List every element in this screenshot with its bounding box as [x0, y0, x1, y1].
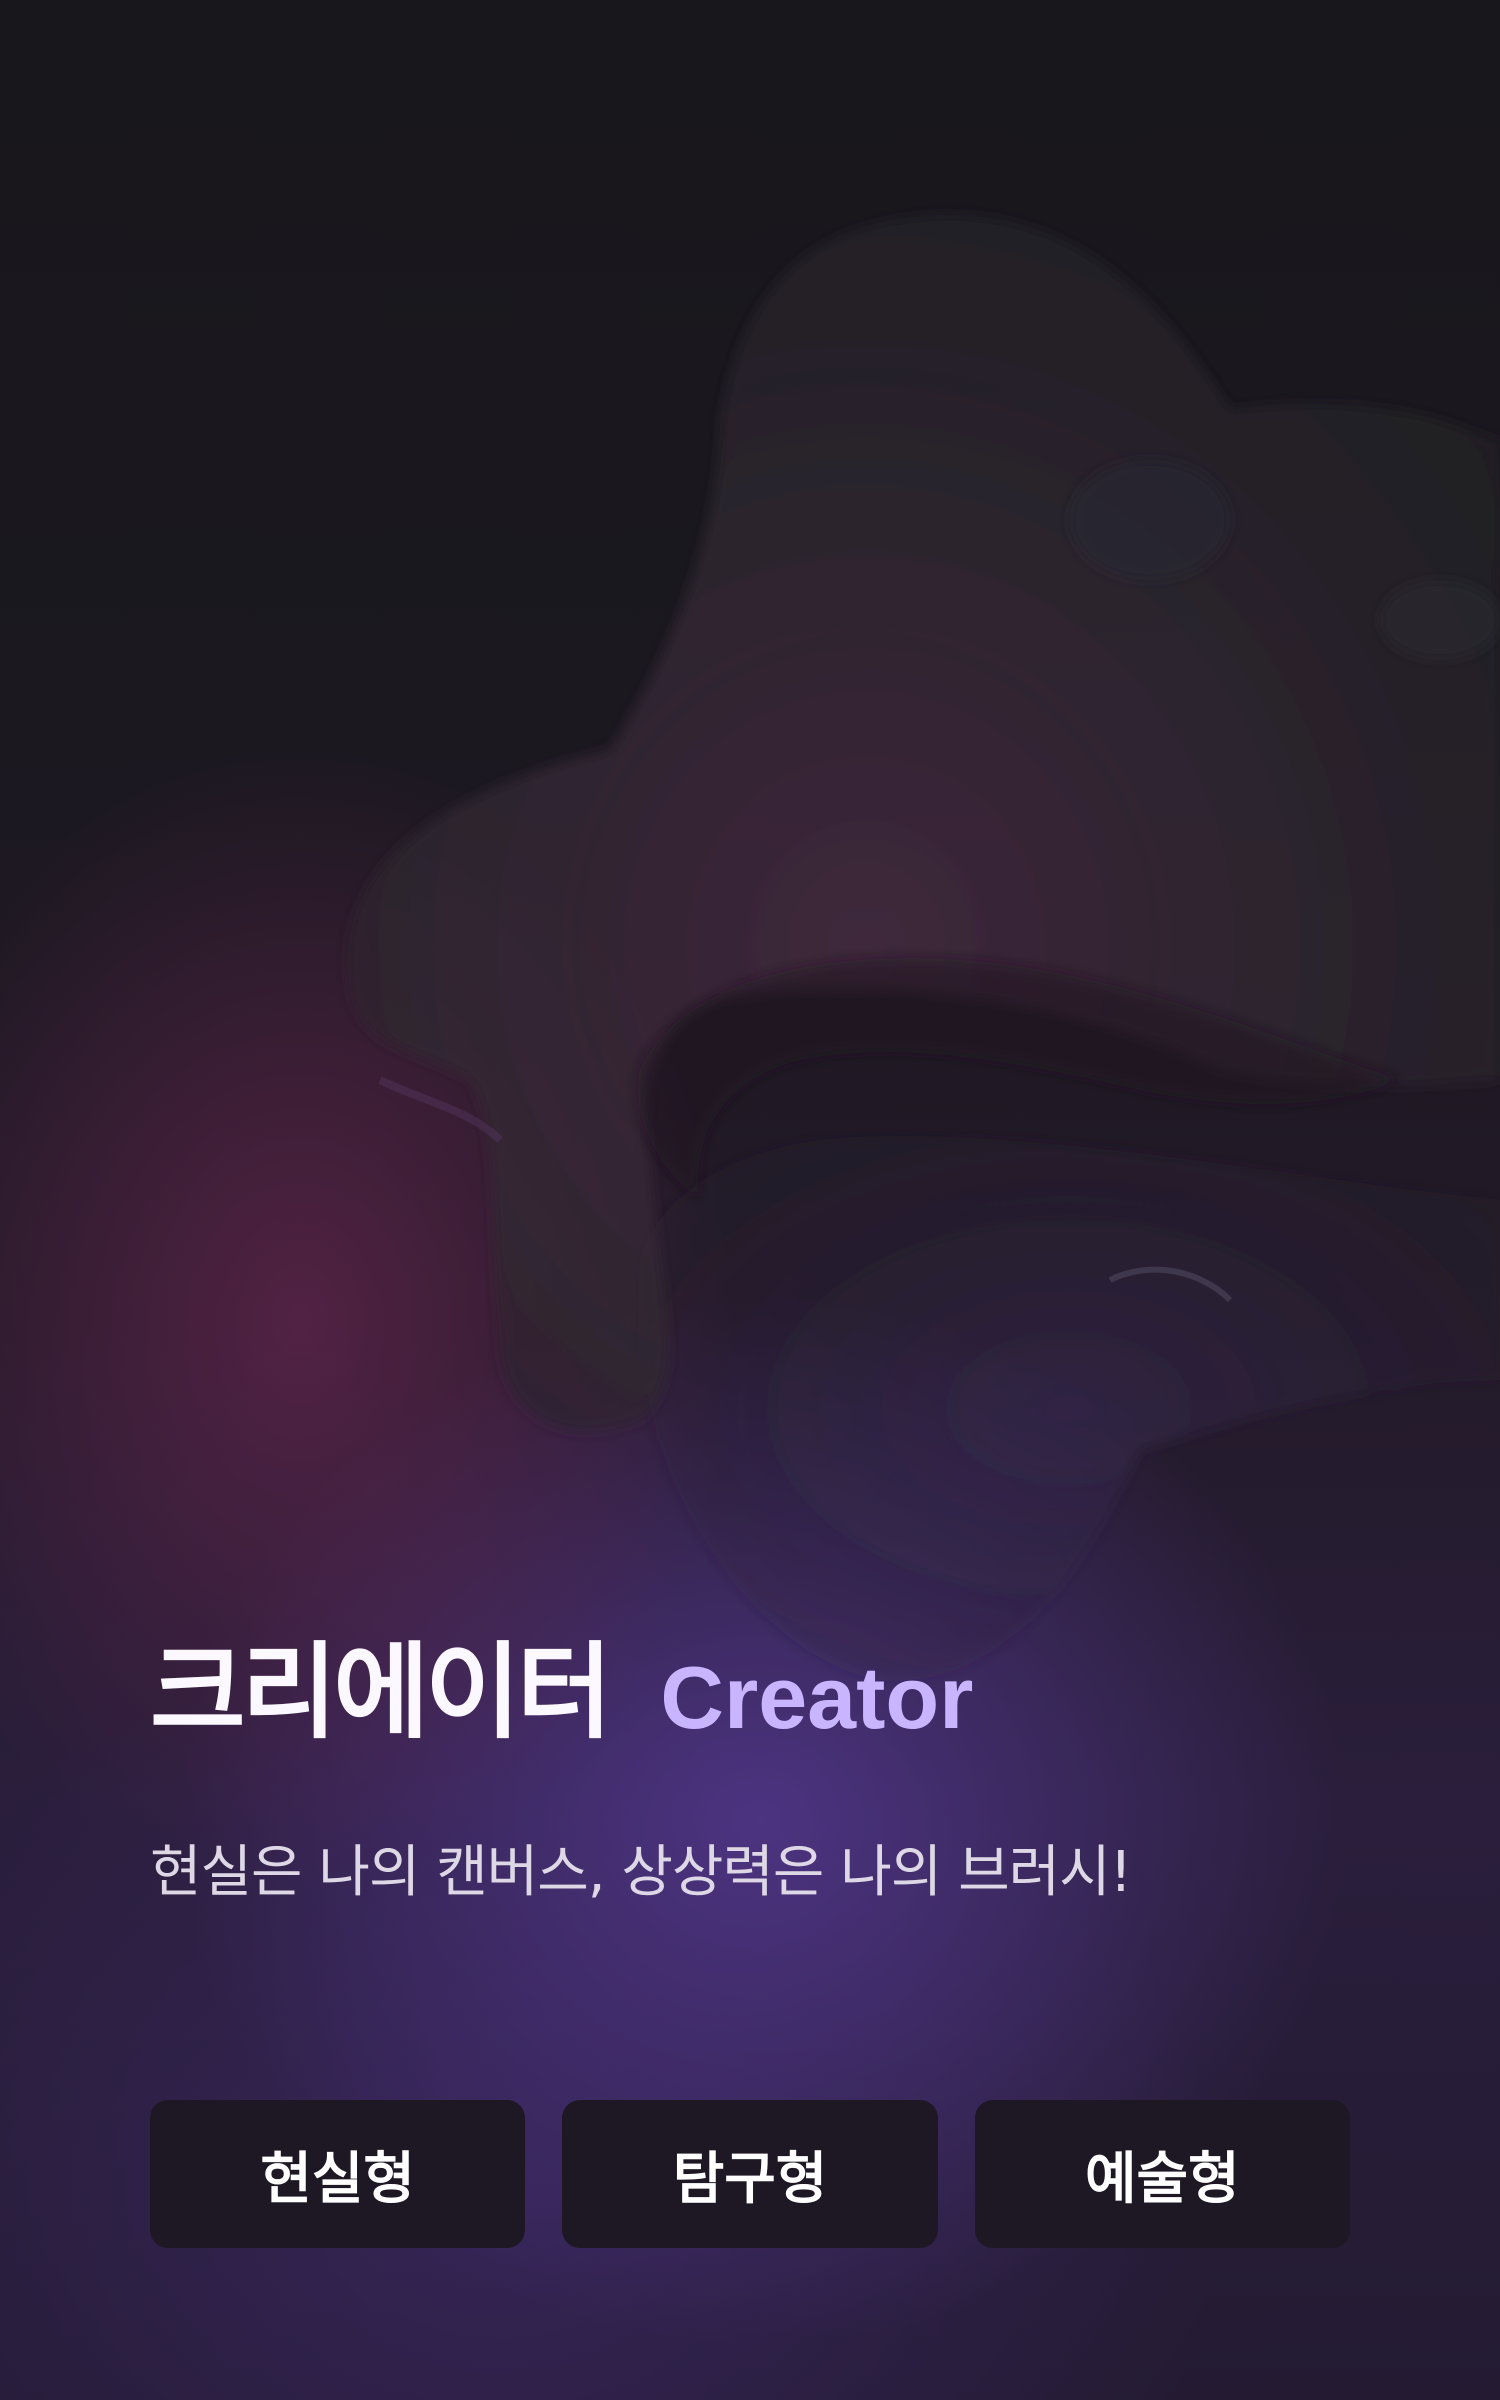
result-screen: 크리에이터 Creator 현실은 나의 캔버스, 상상력은 나의 브러시! 현…	[0, 0, 1500, 2400]
creator-clay-figure-image	[347, 214, 1500, 1681]
title-korean: 크리에이터	[150, 1631, 612, 1753]
type-button-group: 현실형 탐구형 예술형	[150, 2100, 1350, 2248]
result-title: 크리에이터 Creator	[150, 1640, 973, 1744]
artistic-type-button[interactable]: 예술형	[974, 2100, 1350, 2248]
realistic-type-button[interactable]: 현실형	[150, 2100, 526, 2248]
investigative-type-button[interactable]: 탐구형	[562, 2100, 938, 2248]
title-english: Creator	[660, 1648, 974, 1747]
result-subtitle: 현실은 나의 캔버스, 상상력은 나의 브러시!	[150, 1840, 1132, 1905]
